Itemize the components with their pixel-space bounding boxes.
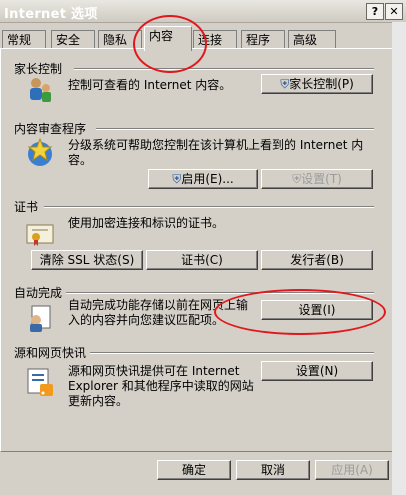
- annotation-circle-autocomplete-settings: [214, 289, 386, 335]
- tab-general[interactable]: 常规: [2, 30, 46, 49]
- certs-desc: 使用加密连接和标识的证书。: [68, 216, 225, 230]
- parental-control-icon: [30, 78, 51, 102]
- divider: [74, 68, 374, 70]
- feeds-icon: [27, 368, 53, 396]
- background-strip: [392, 22, 406, 495]
- tab-content[interactable]: 内容: [144, 26, 192, 51]
- clear-ssl-button[interactable]: 清除 SSL 状态(S): [31, 250, 143, 270]
- divider: [44, 206, 374, 208]
- feeds-desc: 源和网页快讯提供可在 Internet Explorer 和其他程序中读取的网站…: [68, 364, 254, 408]
- title-bar: Internet 选项 ? ✕: [0, 0, 406, 23]
- divider: [90, 352, 374, 354]
- shield-icon: ⛨: [292, 172, 302, 186]
- feeds-settings-button[interactable]: 设置(N): [261, 361, 373, 381]
- tab-security[interactable]: 安全: [51, 30, 95, 49]
- content-advisor-icon: [27, 137, 53, 166]
- close-button[interactable]: ✕: [385, 3, 403, 20]
- enable-advisor-button[interactable]: ⛨启用(E)...: [148, 169, 258, 189]
- cancel-button[interactable]: 取消: [236, 460, 310, 480]
- parental-desc: 控制可查看的 Internet 内容。: [68, 78, 232, 92]
- tab-programs[interactable]: 程序: [241, 30, 285, 49]
- tab-advanced[interactable]: 高级: [288, 30, 336, 49]
- shield-icon: ⛨: [172, 172, 182, 186]
- autocomplete-icon: [30, 305, 51, 332]
- section-title-certs: 证书: [14, 200, 39, 214]
- shield-icon: ⛨: [280, 77, 290, 91]
- apply-button[interactable]: 应用(A): [315, 460, 389, 480]
- section-title-feeds: 源和网页快讯: [14, 346, 87, 360]
- advisor-desc: 分级系统可帮助您控制在该计算机上看到的 Internet 内容。: [68, 138, 364, 167]
- help-button[interactable]: ?: [366, 3, 384, 20]
- publishers-button[interactable]: 发行者(B): [261, 250, 373, 270]
- advisor-settings-button[interactable]: ⛨设置(T): [261, 169, 373, 189]
- certificates-button[interactable]: 证书(C): [146, 250, 258, 270]
- divider: [96, 128, 374, 130]
- certificate-icon: [26, 224, 54, 246]
- ok-button[interactable]: 确定: [157, 460, 231, 480]
- section-title-autocomplete: 自动完成: [14, 286, 63, 300]
- section-title-advisor: 内容审查程序: [14, 122, 87, 136]
- parental-control-button[interactable]: ⛨家长控制(P): [261, 74, 373, 94]
- window-title: Internet 选项: [4, 7, 98, 22]
